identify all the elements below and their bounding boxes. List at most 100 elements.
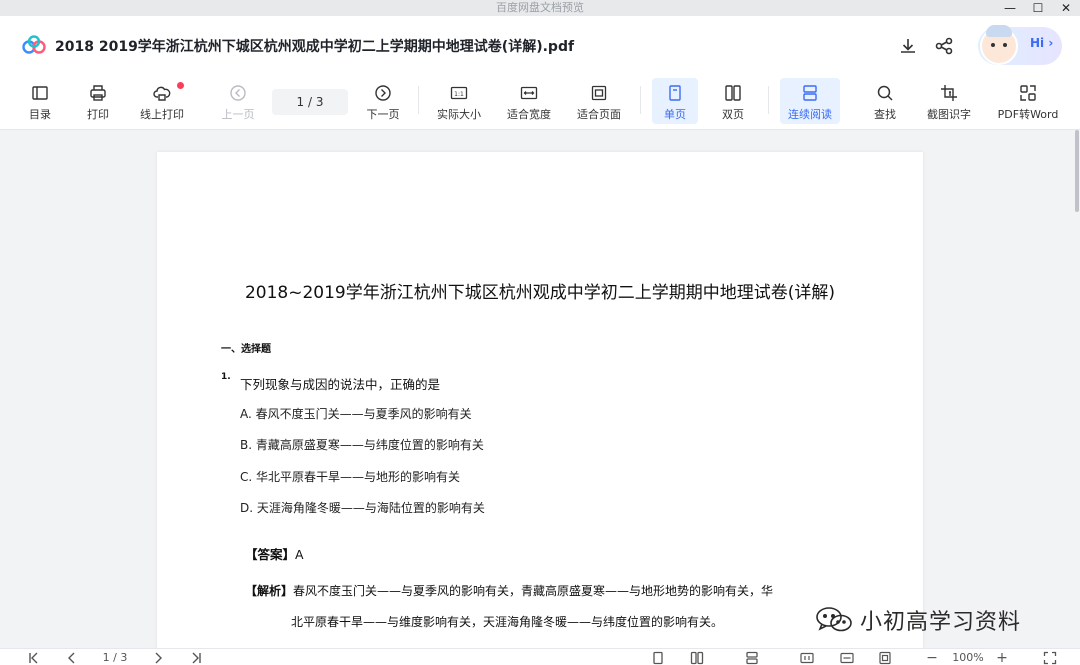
online-print-label: 线上打印: [140, 108, 184, 121]
download-icon[interactable]: [898, 36, 918, 56]
fullscreen-icon: [1043, 651, 1057, 664]
close-button[interactable]: ✕: [1052, 0, 1080, 16]
explanation-line-2: 北平原春干旱——与维度影响有关，天涯海角隆冬暖——与纬度位置的影响有关。: [291, 615, 724, 629]
next-page-small-button[interactable]: [150, 650, 166, 665]
document-viewer[interactable]: 2018~2019学年浙江杭州下城区杭州观成中学初二上学期期中地理试卷(详解) …: [0, 130, 1080, 648]
fit-page-label: 适合页面: [577, 108, 621, 121]
chevron-right-icon: [375, 85, 391, 101]
notification-dot: [177, 82, 184, 89]
answer-label: 【答案】: [245, 547, 296, 562]
explanation-label: 【解析】: [245, 584, 294, 598]
find-button[interactable]: 查找: [862, 78, 908, 124]
single-page-label: 单页: [664, 108, 686, 121]
double-page-small-button[interactable]: [689, 650, 705, 665]
page-number-input[interactable]: 1 / 3: [272, 89, 348, 115]
pdf-to-word-button[interactable]: PDF转Word: [992, 78, 1064, 124]
chevron-left-icon: [68, 652, 75, 663]
svg-text:1:1: 1:1: [454, 91, 464, 98]
wechat-watermark: 小初高学习资料: [814, 603, 1021, 637]
fit-width-button[interactable]: 适合宽度: [500, 78, 558, 124]
first-page-button[interactable]: [26, 650, 42, 665]
assistant-button[interactable]: Hi ›: [978, 25, 1062, 65]
minimize-button[interactable]: —: [996, 0, 1024, 16]
search-icon: [877, 85, 893, 101]
question-number: 1.: [221, 372, 231, 382]
crop-icon: [941, 85, 957, 101]
continuous-reading-icon: [746, 651, 758, 664]
assistant-avatar: [980, 25, 1018, 65]
catalog-icon: [32, 86, 48, 100]
single-page-icon: [653, 651, 663, 664]
zoom-level[interactable]: 100%: [948, 650, 988, 665]
fit-width-label: 适合宽度: [507, 108, 551, 121]
fit-width-small-button[interactable]: [838, 650, 856, 665]
continuous-reading-icon: [803, 85, 817, 101]
ocr-label: 截图识字: [927, 108, 971, 121]
document-title: 2018 2019学年浙江杭州下城区杭州观成中学初二上学期期中地理试卷(详解).…: [55, 39, 575, 55]
double-page-label: 双页: [722, 108, 744, 121]
zoom-out-button[interactable]: −: [924, 650, 940, 665]
fit-page-small-button[interactable]: [876, 650, 894, 665]
cloud-print-icon: [153, 86, 171, 101]
actual-size-label: 实际大小: [437, 108, 481, 121]
fit-page-icon: [879, 651, 891, 664]
bottom-page-indicator: 1 / 3: [102, 651, 128, 664]
catalog-label: 目录: [29, 108, 51, 121]
single-page-icon: [669, 85, 681, 101]
chevron-left-icon: [230, 85, 246, 101]
answer-value: A: [295, 547, 304, 562]
wechat-icon: [816, 607, 852, 632]
online-print-button[interactable]: 线上打印: [132, 78, 192, 124]
next-page-button[interactable]: 下一页: [359, 78, 407, 124]
next-page-label: 下一页: [366, 108, 400, 121]
maximize-button[interactable]: ☐: [1024, 0, 1052, 16]
continuous-reading-button[interactable]: 连续阅读: [780, 78, 840, 124]
pdf-to-word-label: PDF转Word: [997, 108, 1059, 121]
actual-size-icon: [800, 652, 814, 663]
fit-width-icon: [520, 86, 538, 100]
share-icon[interactable]: [934, 36, 954, 56]
assistant-label: Hi ›: [1030, 36, 1054, 50]
vertical-scrollbar[interactable]: [1074, 130, 1080, 648]
pdf-page: 2018~2019学年浙江杭州下城区杭州观成中学初二上学期期中地理试卷(详解) …: [157, 152, 923, 648]
prev-page-button[interactable]: 上一页: [214, 78, 262, 124]
app-title: 百度网盘文档预览: [496, 1, 584, 14]
prev-page-label: 上一页: [221, 108, 255, 121]
prev-page-small-button[interactable]: [64, 650, 80, 665]
single-page-small-button[interactable]: [650, 650, 666, 665]
question-text: 下列现象与成因的说法中，正确的是: [240, 377, 441, 392]
scrollbar-thumb[interactable]: [1075, 130, 1079, 212]
actual-size-small-button[interactable]: [798, 650, 816, 665]
find-label: 查找: [874, 108, 896, 121]
toolbar-divider: [418, 86, 419, 114]
double-page-button[interactable]: 双页: [710, 78, 756, 124]
double-page-icon: [690, 651, 704, 664]
fit-width-icon: [840, 652, 854, 663]
explanation-text-1: 春风不度玉门关——与夏季风的影响有关，青藏高原盛夏寒——与地形地势的影响有关，华: [293, 584, 774, 598]
continuous-reading-label: 连续阅读: [788, 108, 832, 121]
first-page-icon: [29, 652, 38, 663]
option-a: A. 春风不度玉门关——与夏季风的影响有关: [240, 407, 472, 421]
fit-page-button[interactable]: 适合页面: [570, 78, 628, 124]
printer-icon: [90, 85, 106, 101]
ocr-button[interactable]: 截图识字: [922, 78, 976, 124]
actual-size-button[interactable]: 1:1 实际大小: [430, 78, 488, 124]
option-d: D. 天涯海角隆冬暖——与海陆位置的影响有关: [240, 501, 485, 515]
zoom-in-button[interactable]: +: [994, 650, 1010, 665]
fit-page-icon: [591, 85, 607, 101]
print-button[interactable]: 打印: [76, 78, 120, 124]
actual-size-icon: 1:1: [450, 86, 468, 100]
toolbar-divider: [768, 86, 769, 114]
watermark-text: 小初高学习资料: [860, 610, 1022, 635]
catalog-button[interactable]: 目录: [18, 78, 62, 124]
document-header: 2018 2019学年浙江杭州下城区杭州观成中学初二上学期期中地理试卷(详解).…: [0, 16, 1080, 74]
window-titlebar: 百度网盘文档预览 — ☐ ✕: [0, 0, 1080, 16]
single-page-button[interactable]: 单页: [652, 78, 698, 124]
fullscreen-button[interactable]: [1042, 650, 1058, 665]
double-page-icon: [725, 85, 741, 101]
convert-icon: [1020, 85, 1036, 101]
toolbar-divider: [640, 86, 641, 114]
document-heading: 2018~2019学年浙江杭州下城区杭州观成中学初二上学期期中地理试卷(详解): [244, 283, 836, 303]
last-page-button[interactable]: [188, 650, 204, 665]
continuous-small-button[interactable]: [744, 650, 760, 665]
